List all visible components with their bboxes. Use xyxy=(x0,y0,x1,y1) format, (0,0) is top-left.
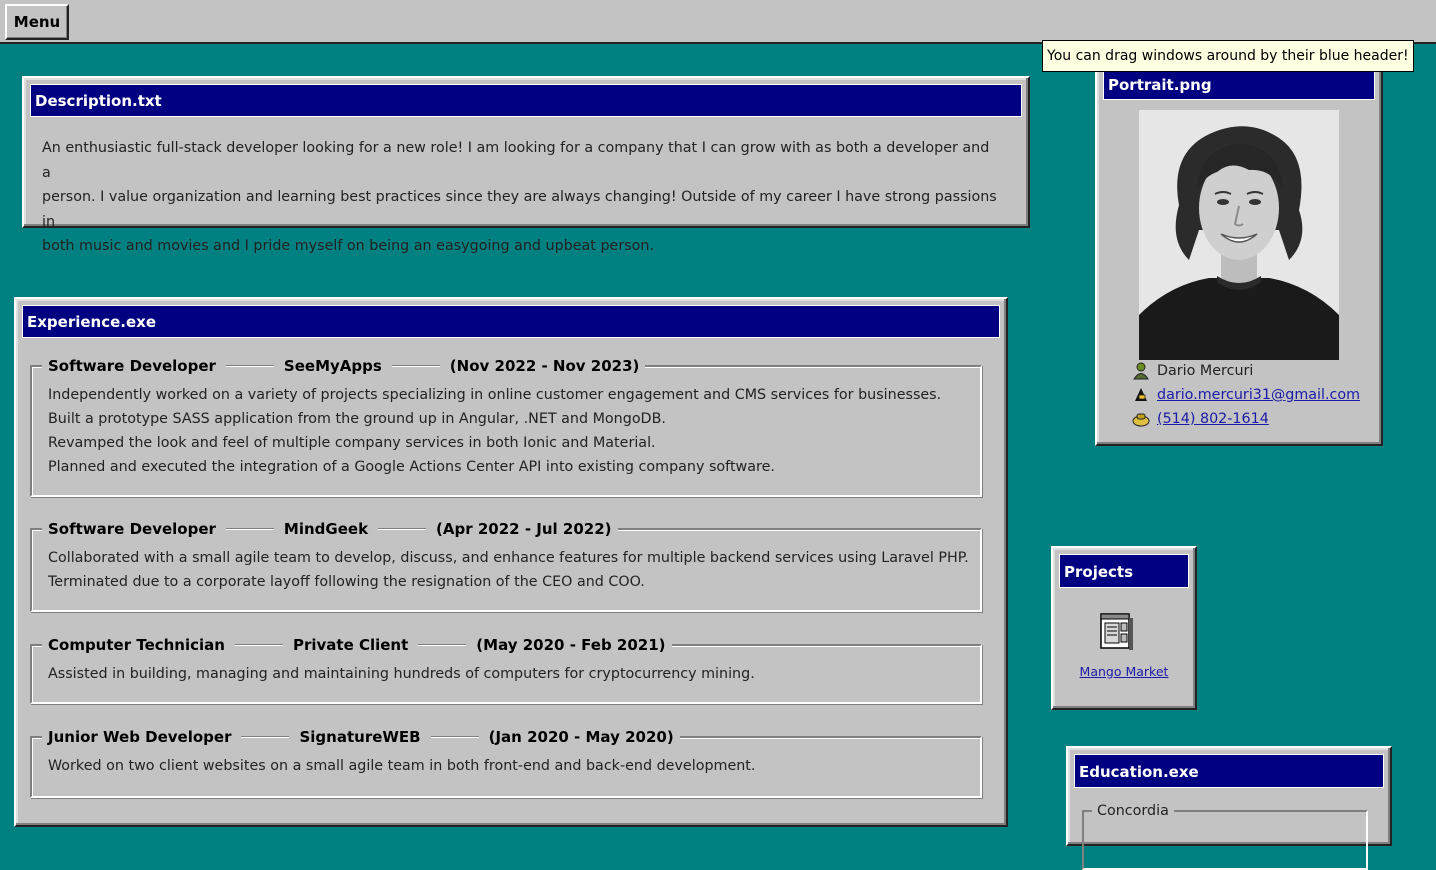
mail-icon xyxy=(1131,385,1151,405)
description-window: Description.txt An enthusiastic full-sta… xyxy=(22,76,1030,254)
job-heading: Computer Technician Private Client (May … xyxy=(42,634,672,656)
contact-name: Dario Mercuri xyxy=(1157,363,1254,379)
divider xyxy=(241,736,290,738)
description-text: An enthusiastic full-stack developer loo… xyxy=(42,136,1002,259)
portrait-window: Portrait.png Dario Mercuri dario.mercuri… xyxy=(1095,62,1383,446)
job-heading: Software Developer MindGeek (Apr 2022 - … xyxy=(42,518,618,540)
job-role: Software Developer xyxy=(48,357,216,375)
description-line: An enthusiastic full-stack developer loo… xyxy=(42,140,990,181)
job-dates: (Jan 2020 - May 2020) xyxy=(488,728,674,746)
divider xyxy=(225,365,274,367)
person-icon xyxy=(1131,361,1151,381)
phone-icon xyxy=(1131,409,1151,429)
education-window-header[interactable]: Education.exe xyxy=(1074,754,1384,788)
divider xyxy=(225,528,274,530)
divider xyxy=(234,644,283,646)
job-line: Revamped the look and feel of multiple c… xyxy=(48,435,656,451)
school-group: Concordia xyxy=(1082,800,1368,870)
job-dates: (Apr 2022 - Jul 2022) xyxy=(436,520,612,538)
job-line: Terminated due to a corporate layoff fol… xyxy=(48,574,645,590)
contact-name-row: Dario Mercuri xyxy=(1131,360,1253,382)
contact-phone-row: (514) 802-1614 xyxy=(1131,408,1269,430)
email-link[interactable]: dario.mercuri31@gmail.com xyxy=(1157,387,1360,403)
divider xyxy=(391,365,440,367)
portrait-photo xyxy=(1139,110,1339,360)
education-window: Education.exe Concordia xyxy=(1066,746,1392,870)
project-item: Mango Market xyxy=(1053,664,1195,679)
divider xyxy=(430,736,479,738)
program-window-icon[interactable] xyxy=(1099,610,1135,654)
job-group: Junior Web Developer SignatureWEB (Jan 2… xyxy=(30,726,982,798)
experience-window-header[interactable]: Experience.exe xyxy=(22,305,1000,338)
job-company: SeeMyApps xyxy=(283,357,382,375)
divider xyxy=(378,528,427,530)
job-line: Assisted in building, managing and maint… xyxy=(48,666,755,682)
job-description: Worked on two client websites on a small… xyxy=(48,754,970,778)
job-dates: (Nov 2022 - Nov 2023) xyxy=(449,357,640,375)
description-line: both music and movies and I pride myself… xyxy=(42,238,655,254)
job-description: Independently worked on a variety of pro… xyxy=(48,383,970,479)
job-company: MindGeek xyxy=(283,520,369,538)
projects-window-header[interactable]: Projects xyxy=(1059,554,1189,588)
job-line: Independently worked on a variety of pro… xyxy=(48,387,942,403)
description-line: person. I value organization and learnin… xyxy=(42,189,997,230)
job-description: Assisted in building, managing and maint… xyxy=(48,662,970,686)
divider xyxy=(418,644,467,646)
job-line: Collaborated with a small agile team to … xyxy=(48,550,969,566)
portrait-window-header[interactable]: Portrait.png xyxy=(1103,68,1375,100)
job-company: Private Client xyxy=(292,636,409,654)
portrait-image xyxy=(1139,110,1339,360)
job-group: Software Developer SeeMyApps (Nov 2022 -… xyxy=(30,355,982,497)
job-line: Planned and executed the integration of … xyxy=(48,459,775,475)
job-heading: Software Developer SeeMyApps (Nov 2022 -… xyxy=(42,355,646,377)
experience-window: Experience.exe Software Developer SeeMyA… xyxy=(14,297,1008,827)
job-line: Worked on two client websites on a small… xyxy=(48,758,756,774)
taskbar: Menu xyxy=(0,0,1436,44)
menu-button[interactable]: Menu xyxy=(5,4,69,40)
drag-tooltip: You can drag windows around by their blu… xyxy=(1042,40,1414,72)
job-group: Software Developer MindGeek (Apr 2022 - … xyxy=(30,518,982,612)
job-heading: Junior Web Developer SignatureWEB (Jan 2… xyxy=(42,726,680,748)
job-company: SignatureWEB xyxy=(299,728,421,746)
job-role: Software Developer xyxy=(48,520,216,538)
project-link-mango-market[interactable]: Mango Market xyxy=(1080,664,1169,679)
job-role: Computer Technician xyxy=(48,636,225,654)
job-line: Built a prototype SASS application from … xyxy=(48,411,666,427)
contact-email-row: dario.mercuri31@gmail.com xyxy=(1131,384,1360,406)
projects-window: Projects Mango Market xyxy=(1051,546,1197,710)
job-dates: (May 2020 - Feb 2021) xyxy=(476,636,666,654)
phone-link[interactable]: (514) 802-1614 xyxy=(1157,411,1269,427)
job-description: Collaborated with a small agile team to … xyxy=(48,546,970,594)
school-name: Concordia xyxy=(1092,800,1174,822)
job-group: Computer Technician Private Client (May … xyxy=(30,634,982,704)
job-role: Junior Web Developer xyxy=(48,728,232,746)
description-window-header[interactable]: Description.txt xyxy=(30,84,1022,117)
